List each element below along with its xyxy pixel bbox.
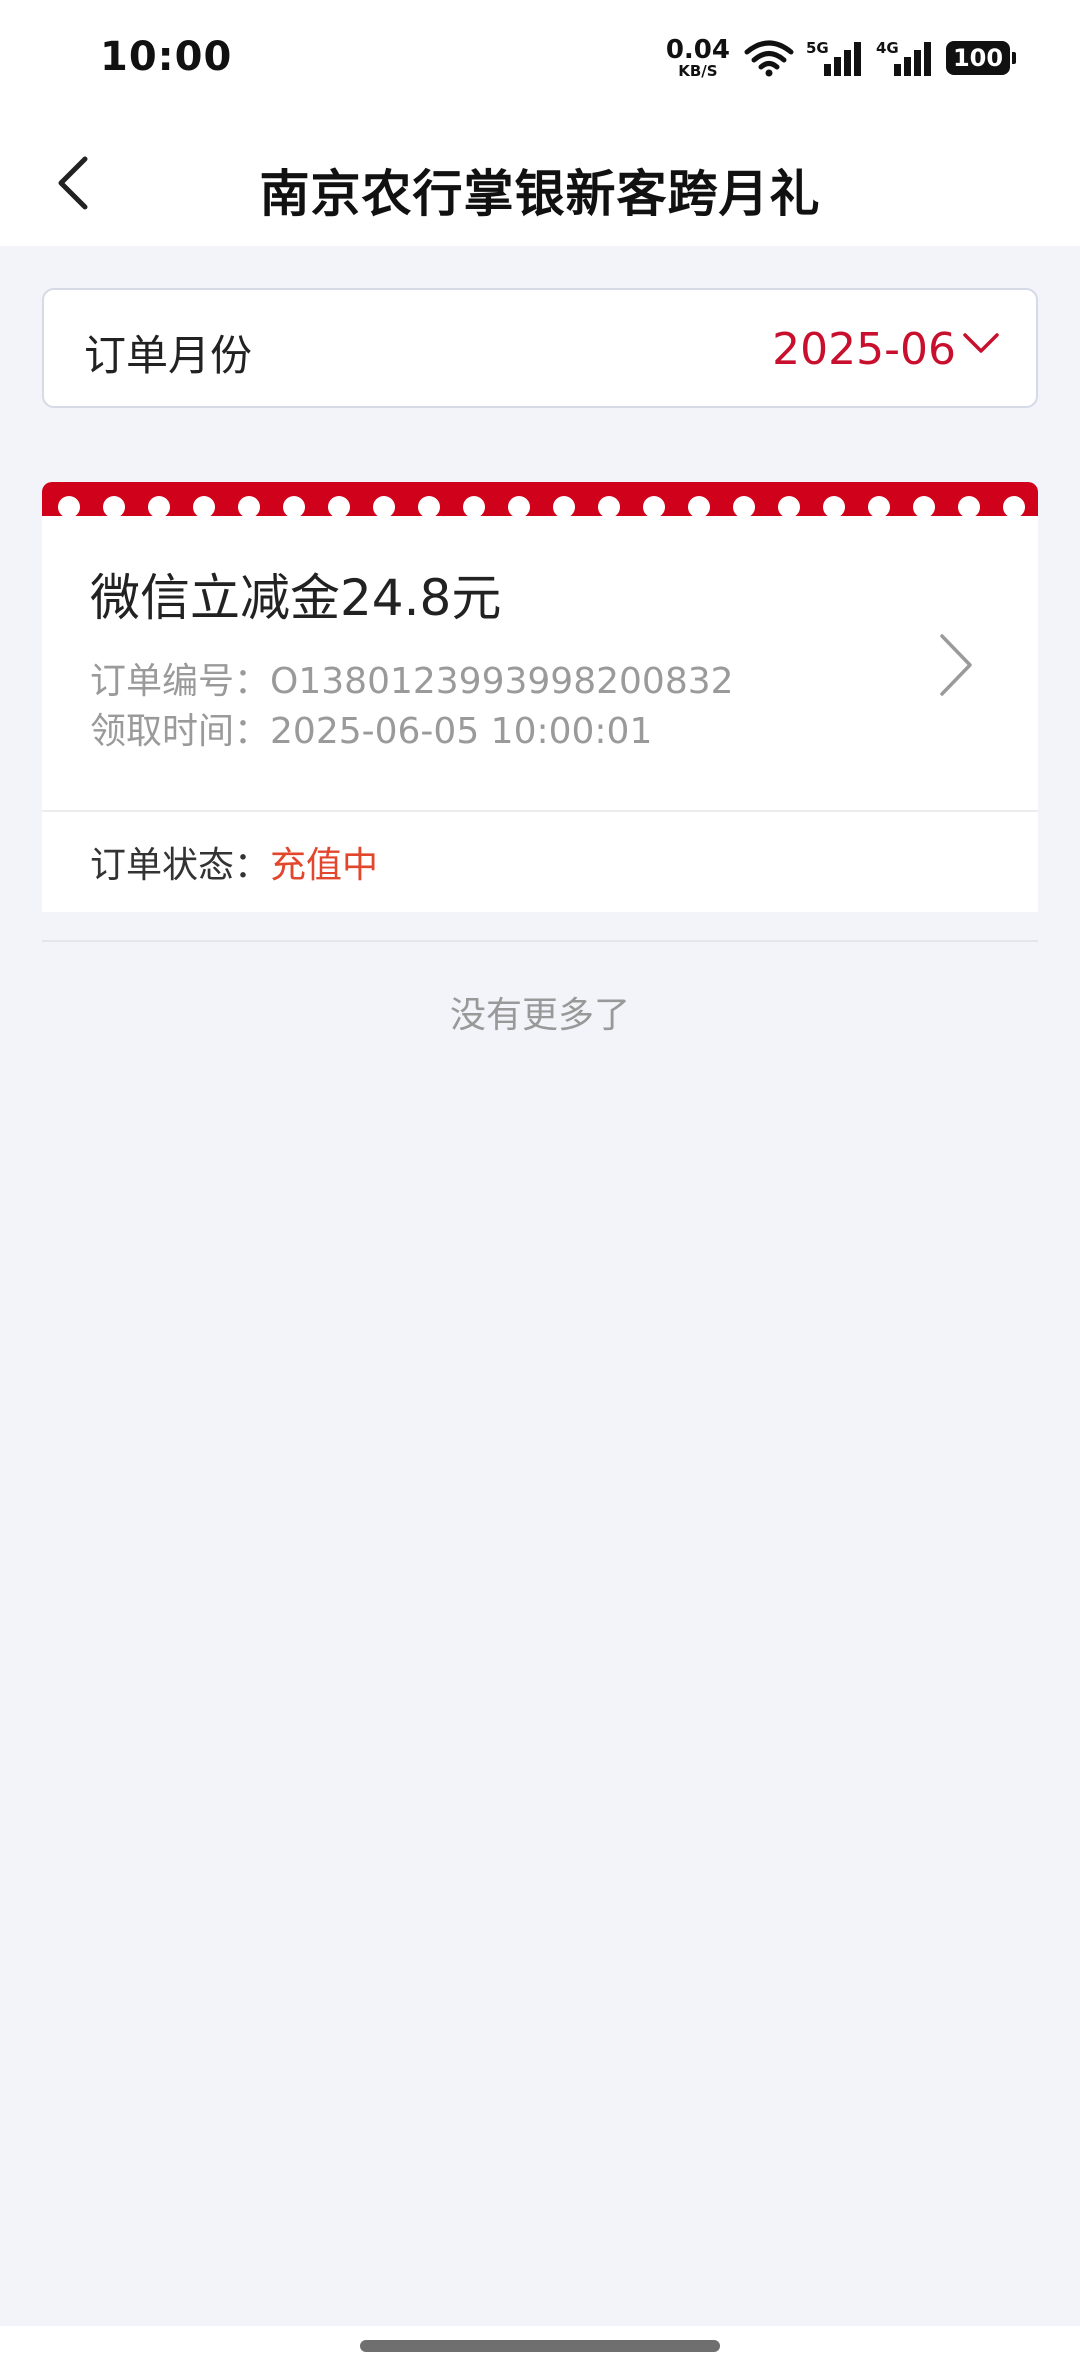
month-value: 2025-06 [772, 324, 956, 375]
order-status-label: 订单状态： [90, 845, 271, 886]
scallop-dot [598, 496, 620, 518]
order-title: 微信立减金24.8元 [90, 569, 502, 627]
scallop-dot [193, 496, 215, 518]
scallop-dot [508, 496, 530, 518]
signal-2-label: 4G [876, 39, 899, 57]
order-number-value: O1380123993998200832 [270, 661, 734, 702]
page-title: 南京农行掌银新客跨月礼 [259, 165, 821, 223]
order-status-row: 订单状态：充值中 [90, 836, 378, 888]
nav-bar: 南京农行掌银新客跨月礼 [0, 120, 1080, 246]
scallop-dot [823, 496, 845, 518]
scallop-dot [238, 496, 260, 518]
scallop-dot [553, 496, 575, 518]
status-time: 10:00 [100, 34, 233, 80]
scallop-dot [958, 496, 980, 518]
scallop-dot [463, 496, 485, 518]
order-number-label: 订单编号： [90, 661, 271, 702]
card-divider [42, 810, 1038, 812]
scallop-dot [1003, 496, 1025, 518]
scallop-dot [328, 496, 350, 518]
scallop-dot [868, 496, 890, 518]
card-scallop-edge [42, 496, 1038, 520]
scallop-dot [688, 496, 710, 518]
no-more-text: 没有更多了 [449, 995, 630, 1036]
home-indicator-area [0, 2326, 1080, 2374]
scallop-dot [283, 496, 305, 518]
month-label: 订单月份 [84, 331, 253, 380]
status-icons: 0.04 KB/S 5G 4G 100 [666, 36, 1016, 80]
scallop-dot [418, 496, 440, 518]
battery-level: 100 [952, 44, 1004, 72]
signal-1-label: 5G [806, 39, 829, 57]
order-number-line: 订单编号：O1380123993998200832 [90, 652, 734, 704]
order-card[interactable]: 微信立减金24.8元 订单编号：O1380123993998200832 领取时… [42, 482, 1038, 912]
net-speed: 0.04 KB/S [666, 37, 730, 79]
scallop-dot [913, 496, 935, 518]
scallop-dot [733, 496, 755, 518]
order-time-value: 2025-06-05 10:00:01 [270, 711, 653, 752]
home-indicator[interactable] [360, 2340, 720, 2352]
signal-5g-icon: 5G [806, 38, 864, 78]
month-selector[interactable]: 订单月份 2025-06 [42, 288, 1038, 408]
scallop-dot [373, 496, 395, 518]
net-speed-value: 0.04 [665, 35, 730, 65]
list-end-divider [42, 940, 1038, 942]
scallop-dot [58, 496, 80, 518]
net-speed-unit: KB/S [678, 62, 718, 80]
order-status-value: 充值中 [270, 845, 379, 886]
scallop-dot [103, 496, 125, 518]
wifi-icon [744, 39, 794, 77]
signal-4g-icon: 4G [876, 38, 934, 78]
scallop-dot [148, 496, 170, 518]
chevron-down-icon [963, 333, 999, 353]
scallop-dot [778, 496, 800, 518]
order-time-line: 领取时间：2025-06-05 10:00:01 [90, 702, 652, 754]
scallop-dot [643, 496, 665, 518]
chevron-right-icon[interactable] [936, 632, 976, 698]
order-time-label: 领取时间： [90, 711, 271, 752]
battery-icon: 100 [946, 41, 1016, 75]
status-bar: 10:00 0.04 KB/S 5G 4G 100 [0, 0, 1080, 120]
